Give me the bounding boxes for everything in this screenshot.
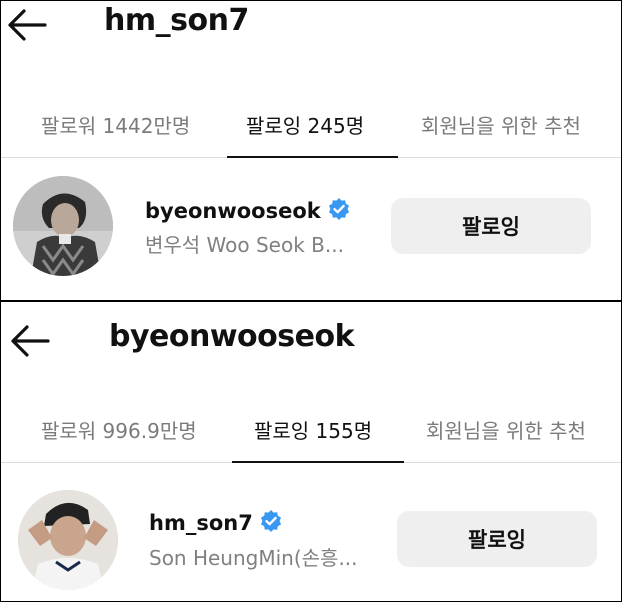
active-tab-indicator [232,461,404,463]
active-tab-indicator [227,156,398,158]
following-button[interactable]: 팔로잉 [391,198,591,254]
tab-following[interactable]: 팔로잉 155명 [254,402,372,460]
avatar[interactable] [18,490,118,590]
back-arrow-icon[interactable] [10,324,50,358]
tab-suggested[interactable]: 회원님을 위한 추천 [426,402,586,460]
verified-badge-icon [327,197,351,226]
account-row[interactable]: byeonwooseok 변우석 Woo Seok B... 팔로잉 [1,171,621,291]
tab-followers[interactable]: 팔로워 1442만명 [41,97,190,155]
follow-tabs: 팔로워 996.9만명 팔로잉 155명 회원님을 위한 추천 [1,402,621,463]
following-screen-hm-son7: hm_son7 팔로워 1442만명 팔로잉 245명 회원님을 위한 추천 b… [1,1,621,300]
follow-tabs: 팔로워 1442만명 팔로잉 245명 회원님을 위한 추천 [1,97,621,158]
verified-badge-icon [259,509,283,538]
page-title: byeonwooseok [109,319,355,354]
account-username[interactable]: byeonwooseok [145,199,321,223]
page-title: hm_son7 [104,3,249,38]
tab-followers[interactable]: 팔로워 996.9만명 [41,402,197,460]
following-button[interactable]: 팔로잉 [397,511,597,567]
account-username-line[interactable]: hm_son7 [149,509,283,538]
account-full-name: Son HeungMin(손흥... [149,546,358,570]
account-row[interactable]: hm_son7 Son HeungMin(손흥... 팔로잉 [1,480,621,600]
tab-suggested[interactable]: 회원님을 위한 추천 [421,97,581,155]
account-username[interactable]: hm_son7 [149,511,253,535]
back-arrow-icon[interactable] [7,8,47,42]
avatar[interactable] [13,176,113,276]
account-full-name: 변우석 Woo Seok B... [145,233,344,257]
following-screen-byeonwooseok: byeonwooseok 팔로워 996.9만명 팔로잉 155명 회원님을 위… [1,302,621,601]
account-username-line[interactable]: byeonwooseok [145,197,351,226]
screenshot-frame: hm_son7 팔로워 1442만명 팔로잉 245명 회원님을 위한 추천 b… [0,0,622,602]
tab-following[interactable]: 팔로잉 245명 [246,97,364,155]
